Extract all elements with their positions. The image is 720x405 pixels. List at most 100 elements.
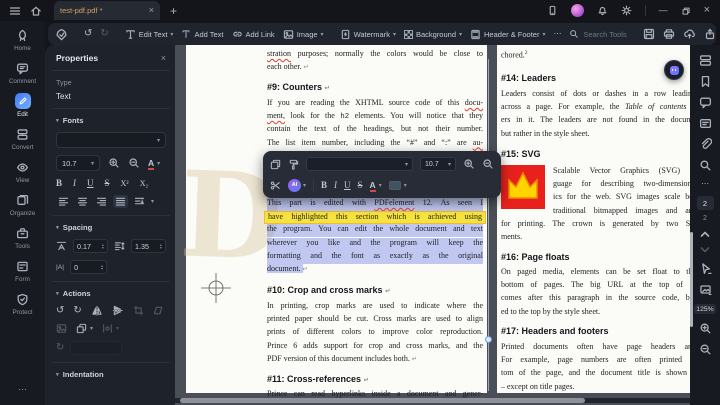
bookmarks-panel-icon[interactable] [699,75,712,88]
underline-button[interactable]: U [344,180,351,190]
spacing-section-header[interactable]: ▾ Spacing [56,223,166,232]
arrange-button[interactable]: ▾ [76,323,93,334]
spin-down-icon[interactable]: ▾ [101,266,103,270]
cloud-upload-icon[interactable] [683,28,696,40]
search-panel-icon[interactable] [699,159,712,172]
pdf-page-right[interactable]: chored.2 #14: Leaders Leaders consist of… [497,45,690,393]
line-spacing-input[interactable]: 0.17 ▴ ▾ [73,239,108,253]
zoom-out-icon[interactable] [699,343,712,356]
sidebar-item-home[interactable]: Home [0,27,45,52]
doc-text-line[interactable]: For example, page numbers are often prin… [501,355,690,368]
replace-image-icon[interactable] [56,323,67,334]
snapshot-tool-icon[interactable] [699,283,712,296]
close-properties-icon[interactable]: × [161,53,166,63]
highlight-color-button[interactable]: ▾ [388,180,407,190]
header-footer-button[interactable]: Header & Footer ▾ [470,29,545,40]
cut-scissors-icon[interactable] [270,180,281,191]
align-center-button[interactable] [75,195,90,208]
selected-text-line[interactable]: This part is edited with PDFelement 12. … [267,198,483,211]
doc-text-line[interactable]: ments. [501,232,690,245]
doc-text-line[interactable]: In printing, crop marks are used to indi… [267,301,483,314]
flip-vertical-icon[interactable] [112,305,124,316]
doc-text-line[interactable]: guage for describing two-dimensiona [553,179,690,192]
perspective-icon[interactable] [153,305,164,316]
strikethrough-button[interactable]: S [358,180,363,190]
decrease-font-icon[interactable] [482,158,494,170]
increase-font-icon[interactable] [108,157,120,169]
settings-gear-icon[interactable] [621,5,632,16]
horizontal-scrollbar-thumb[interactable] [180,398,585,403]
selected-text-line[interactable]: wherever you like and the program will k… [267,237,483,251]
sidebar-item-protect[interactable]: Protect [0,291,45,316]
font-color-button[interactable]: A [369,180,376,192]
doc-text-line[interactable]: ers in it. The leaders are not found in … [501,115,690,128]
document-tab[interactable]: test-pdf.pdf * × [54,1,160,20]
doc-text-line[interactable]: comes after this paragraph in the source… [501,293,690,306]
selected-text-line[interactable]: the program. You can edit the whole docu… [267,224,483,238]
italic-button[interactable]: I [73,178,76,188]
paragraph-spacing-input[interactable]: 1.35 ▴ ▾ [131,239,166,253]
home-icon[interactable] [30,5,42,17]
doc-heading[interactable]: #15: SVG [501,149,690,159]
doc-text-line[interactable]: across a page. For example, the Table of… [501,102,690,115]
fonts-section-header[interactable]: ▾ Fonts [56,116,166,125]
tab-close-icon[interactable]: × [149,6,154,15]
font-color-button[interactable]: A [148,158,155,170]
sidebar-item-view[interactable]: View [0,159,45,184]
selected-text-line[interactable]: document. ↵ [267,264,483,277]
doc-text-line[interactable]: – except on title pages. [501,382,690,393]
spin-down-icon[interactable]: ▾ [160,245,162,249]
underline-button[interactable]: U [87,178,94,188]
subscript-button[interactable]: X₂ [140,179,149,188]
thumbnails-panel-icon[interactable] [699,54,712,67]
mobile-device-icon[interactable] [547,5,558,16]
doc-text-line[interactable]: prints of different colors to improve co… [267,327,483,340]
close-window-icon[interactable]: × [704,5,710,16]
zoom-in-icon[interactable] [699,322,712,335]
more-tools-icon[interactable]: ⋯ [553,30,561,38]
doc-heading[interactable]: #16: Page floats [501,252,690,262]
font-family-select[interactable]: ▾ [56,132,166,148]
doc-text-line[interactable]: ment, look for the h2 elements. You will… [267,111,483,124]
decrease-font-icon[interactable] [128,157,140,169]
redo-icon[interactable]: ↻ [100,29,108,39]
font-size-select[interactable]: 10.7 ▾ [420,157,456,171]
sidebar-item-edit[interactable]: Edit [0,93,45,118]
doc-text-line[interactable]: for printing. The crown is generated by … [501,219,690,232]
font-family-select[interactable]: ▾ [306,157,413,171]
font-size-select[interactable]: 10.7 ▾ [56,155,100,171]
doc-heading[interactable]: #9: Counters ↵ [267,82,483,92]
sidebar-item-form[interactable]: Form [0,258,45,283]
doc-text-line[interactable]: chored.2 [501,50,690,63]
doc-text-line[interactable]: On paged media, elements can be set floa… [501,267,690,280]
add-text-button[interactable]: Add Text [181,29,224,39]
current-page-input[interactable]: 2 [696,196,714,210]
attachments-panel-icon[interactable] [699,138,712,151]
highlighted-text-line[interactable]: have highlighted this section which is a… [264,211,486,225]
crop-icon[interactable] [133,305,144,316]
watermark-button[interactable]: Watermark ▾ [340,29,396,40]
doc-heading[interactable]: #17: Headers and footers [501,326,690,336]
doc-text-line[interactable]: Scalable Vector Graphics (SVG) is [553,166,690,179]
copy-icon[interactable] [270,159,281,170]
doc-text-line[interactable]: traditional bitmapped images and are [553,206,690,219]
launcher-icon[interactable] [55,28,68,41]
pointer-tool-icon[interactable] [699,262,712,275]
notifications-bell-icon[interactable] [597,5,608,16]
doc-text-line[interactable]: printed paper should be cut. Cross marks… [267,314,483,327]
doc-heading[interactable]: #10: Crop and cross marks ↵ [267,285,483,295]
previous-page-icon[interactable] [699,230,711,238]
doc-text-line[interactable]: PDF version of this document includes bo… [267,354,483,367]
doc-text-line[interactable]: bottom of pages. The big URL at the top … [501,280,690,293]
comments-panel-icon[interactable] [699,96,712,109]
sidebar-item-organize[interactable]: Organize [0,192,45,217]
undo-icon[interactable]: ↺ [84,29,92,39]
align-left-button[interactable] [56,195,71,208]
superscript-button[interactable]: X² [121,179,129,188]
strikethrough-button[interactable]: S [105,178,110,188]
vertical-scrollbar-thumb[interactable] [690,232,693,327]
restore-window-icon[interactable] [681,6,691,16]
doc-text-line[interactable]: each other. ↵ [267,62,483,75]
ai-floating-button[interactable] [664,60,684,80]
rail-more-icon[interactable]: ⋯ [701,180,709,188]
